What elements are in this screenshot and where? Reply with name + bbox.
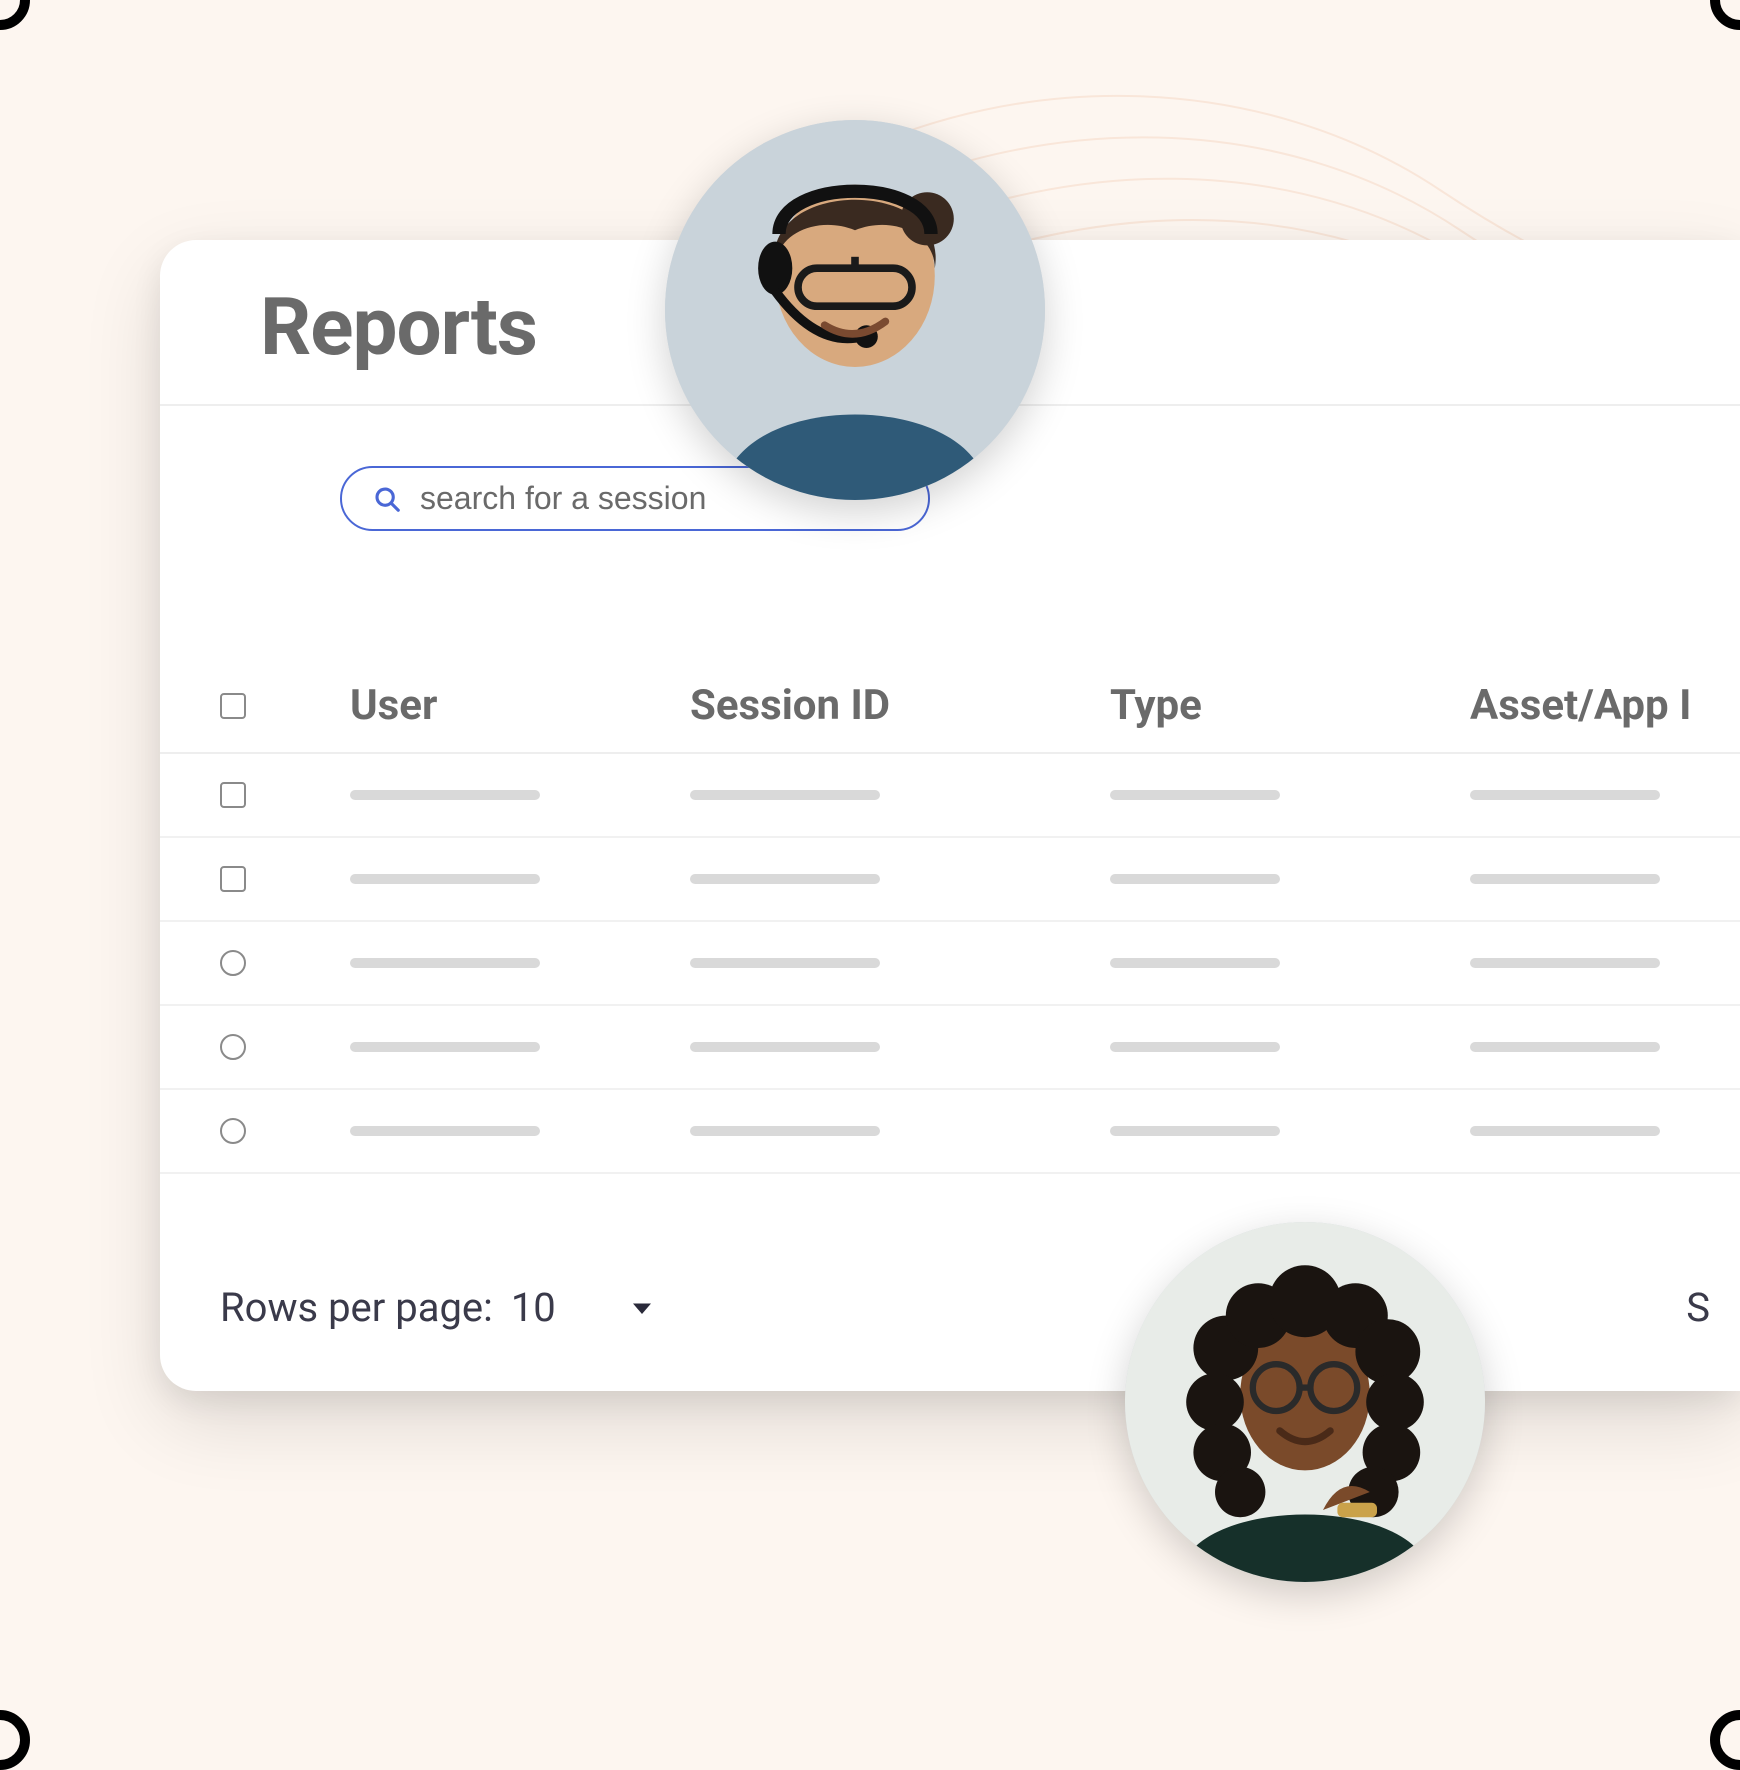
row-checkbox[interactable] — [220, 866, 246, 892]
cell-placeholder — [690, 790, 880, 800]
reports-table: User Session ID Type Asset/App I — [160, 681, 1740, 1174]
rows-per-page-value: 10 — [511, 1284, 556, 1331]
cell-placeholder — [350, 958, 540, 968]
table-row[interactable] — [160, 754, 1740, 838]
pager-row: Rows per page: 10 S — [160, 1174, 1740, 1331]
corner-decoration — [0, 0, 30, 30]
cell-placeholder — [1110, 790, 1280, 800]
cell-placeholder — [690, 1042, 880, 1052]
column-header-asset[interactable]: Asset/App I — [1470, 681, 1740, 730]
row-radio[interactable] — [220, 1118, 246, 1144]
cell-placeholder — [1470, 874, 1660, 884]
table-header-row: User Session ID Type Asset/App I — [160, 681, 1740, 754]
cell-placeholder — [1110, 1126, 1280, 1136]
cell-placeholder — [350, 1126, 540, 1136]
table-row[interactable] — [160, 1006, 1740, 1090]
pager-right-hint: S — [1686, 1284, 1710, 1331]
avatar-user — [1125, 1222, 1485, 1582]
cell-placeholder — [1110, 958, 1280, 968]
cell-placeholder — [690, 874, 880, 884]
cell-placeholder — [350, 1042, 540, 1052]
cell-placeholder — [690, 958, 880, 968]
cell-placeholder — [1470, 1126, 1660, 1136]
corner-decoration — [0, 1710, 30, 1770]
search-icon — [372, 484, 402, 514]
row-checkbox[interactable] — [220, 782, 246, 808]
cell-placeholder — [1470, 1042, 1660, 1052]
cell-placeholder — [1470, 958, 1660, 968]
select-all-checkbox[interactable] — [220, 693, 246, 719]
rows-per-page-label: Rows per page: — [220, 1284, 493, 1331]
row-radio[interactable] — [220, 1034, 246, 1060]
cell-placeholder — [1110, 874, 1280, 884]
avatar-support-agent — [665, 120, 1045, 500]
chevron-down-icon — [624, 1290, 660, 1326]
column-header-user[interactable]: User — [350, 681, 690, 730]
table-row[interactable] — [160, 838, 1740, 922]
table-row[interactable] — [160, 922, 1740, 1006]
cell-placeholder — [1470, 790, 1660, 800]
cell-placeholder — [690, 1126, 880, 1136]
corner-decoration — [1710, 1710, 1740, 1770]
table-row[interactable] — [160, 1090, 1740, 1174]
rows-per-page[interactable]: Rows per page: 10 — [220, 1284, 660, 1331]
cell-placeholder — [1110, 1042, 1280, 1052]
row-radio[interactable] — [220, 950, 246, 976]
column-header-session[interactable]: Session ID — [690, 681, 1110, 730]
cell-placeholder — [350, 874, 540, 884]
cell-placeholder — [350, 790, 540, 800]
corner-decoration — [1710, 0, 1740, 30]
column-header-type[interactable]: Type — [1110, 681, 1470, 730]
